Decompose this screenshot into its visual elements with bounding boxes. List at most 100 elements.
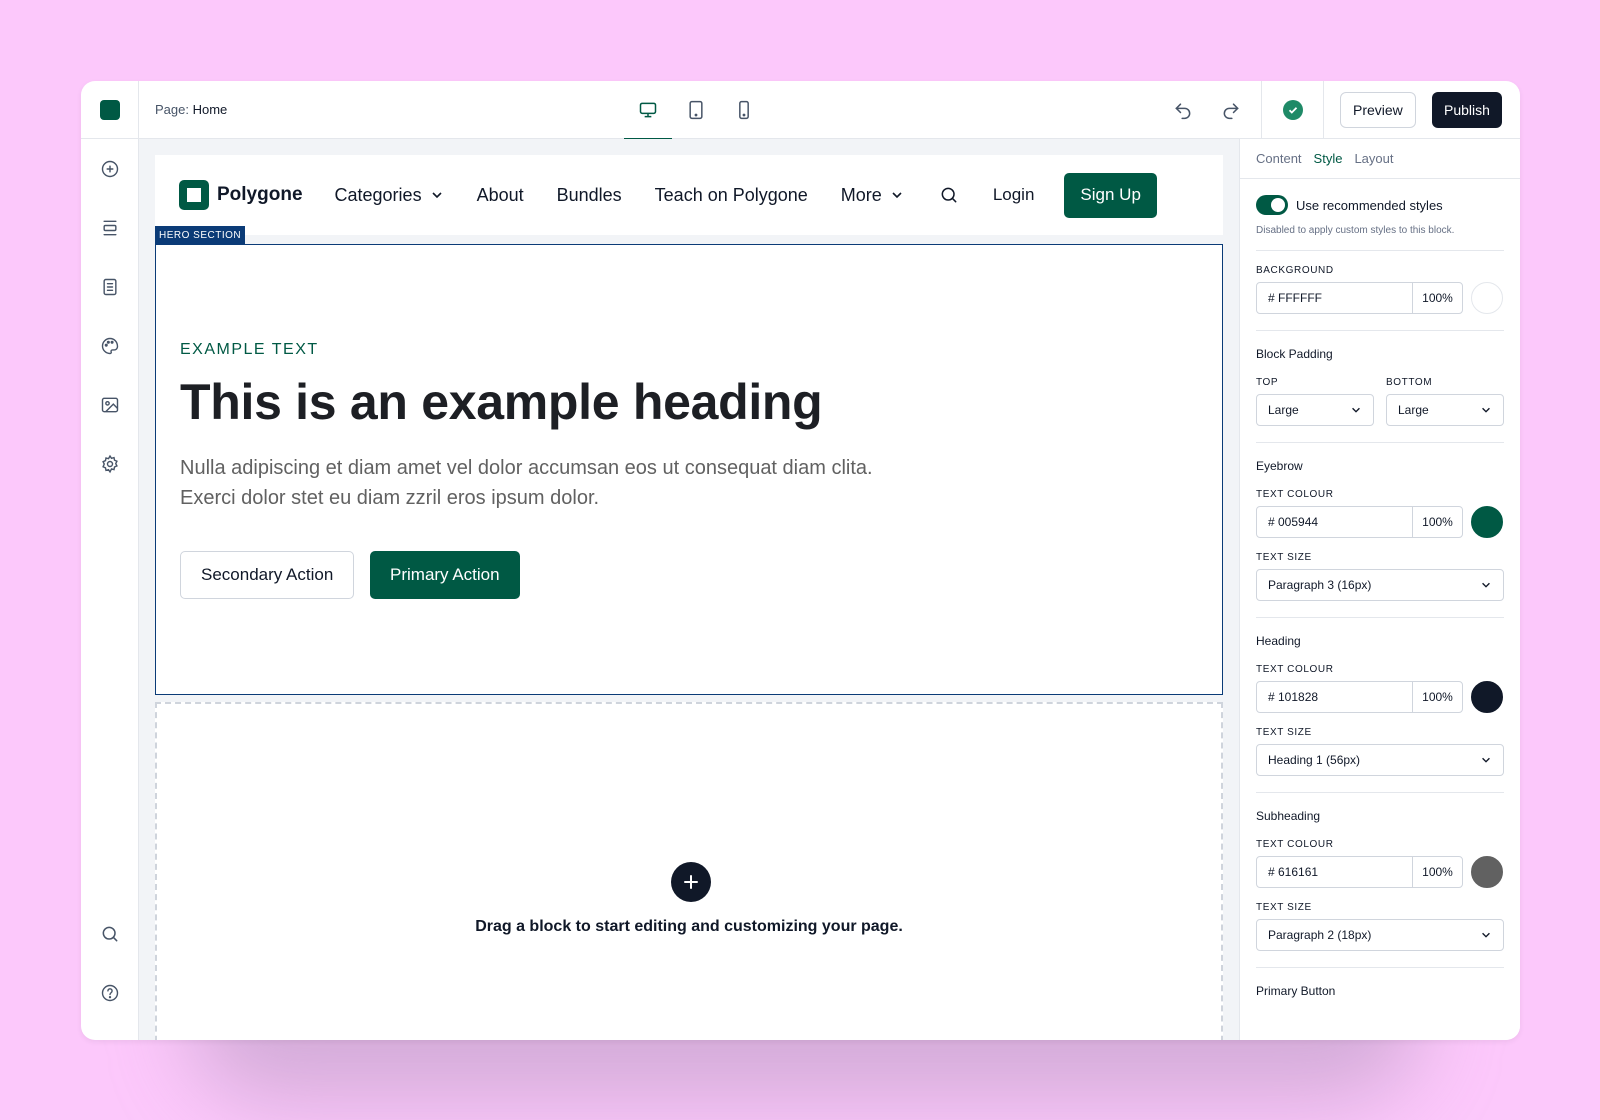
eyebrow-size-select[interactable]: Paragraph 3 (16px) <box>1256 569 1504 601</box>
device-switcher <box>624 81 768 140</box>
signup-button[interactable]: Sign Up <box>1064 172 1157 218</box>
redo-button[interactable] <box>1214 93 1248 127</box>
sections-icon <box>103 220 117 236</box>
preview-button[interactable]: Preview <box>1340 92 1416 128</box>
subheading-size-label: TEXT SIZE <box>1256 902 1312 913</box>
background-hex: # FFFFFF <box>1268 291 1322 305</box>
heading-swatch[interactable] <box>1471 681 1503 713</box>
heading-size-value: Heading 1 (56px) <box>1268 753 1361 767</box>
subheading-swatch[interactable] <box>1471 856 1503 888</box>
eyebrow-swatch[interactable] <box>1471 506 1503 538</box>
undo-button[interactable] <box>1166 93 1200 127</box>
subheading-size-select[interactable]: Paragraph 2 (18px) <box>1256 919 1504 951</box>
hero-section[interactable]: EXAMPLE TEXT This is an example heading … <box>155 244 1223 695</box>
subheading-title: Subheading <box>1256 809 1321 823</box>
eyebrow-hex: # 005944 <box>1268 515 1319 529</box>
style-panel: Content Style Layout Use recommended sty… <box>1239 139 1520 1040</box>
nav-about[interactable]: About <box>477 185 524 206</box>
page-prefix: Page: <box>155 102 189 117</box>
subheading-size-value: Paragraph 2 (18px) <box>1268 928 1372 942</box>
secondary-action-button[interactable]: Secondary Action <box>180 551 355 599</box>
add-block-button[interactable] <box>98 157 122 181</box>
padding-top-select[interactable]: Large <box>1256 394 1374 426</box>
heading-color-label: TEXT COLOUR <box>1256 664 1334 675</box>
heading-color-field[interactable]: # 101828 100% <box>1256 681 1463 713</box>
search-icon <box>102 926 118 942</box>
background-color-field[interactable]: # FFFFFF 100% <box>1256 282 1463 314</box>
chevron-down-icon <box>431 192 442 199</box>
tab-style[interactable]: Style <box>1314 151 1343 166</box>
toggle-hint: Disabled to apply custom styles to this … <box>1256 225 1504 251</box>
heading-opacity[interactable]: 100% <box>1412 682 1462 712</box>
hero-section-tag: HERO SECTION <box>155 226 246 244</box>
left-toolbar <box>81 139 139 1040</box>
block-dropzone[interactable]: Drag a block to start editing and custom… <box>155 702 1223 1040</box>
sections-button[interactable] <box>98 216 122 240</box>
padding-bottom-label: BOTTOM <box>1386 377 1433 388</box>
site-brand[interactable]: Polygone <box>179 180 303 210</box>
padding-bottom-select[interactable]: Large <box>1386 394 1504 426</box>
nav-teach[interactable]: Teach on Polygone <box>655 185 808 206</box>
brand-logo-icon <box>179 180 209 210</box>
recommended-styles-toggle[interactable] <box>1256 195 1288 215</box>
tab-content[interactable]: Content <box>1256 151 1302 166</box>
palette-icon <box>101 337 119 355</box>
nav-categories[interactable]: Categories <box>335 185 444 206</box>
add-block-circle-button[interactable] <box>671 862 711 902</box>
settings-button[interactable] <box>98 452 122 476</box>
nav-bundles[interactable]: Bundles <box>557 185 622 206</box>
add-icon <box>101 160 119 178</box>
tablet-view-button[interactable] <box>672 81 720 139</box>
subheading-opacity[interactable]: 100% <box>1412 857 1462 887</box>
mobile-view-button[interactable] <box>720 81 768 139</box>
site-navbar[interactable]: Polygone Categories About Bundles Teach … <box>155 155 1223 235</box>
heading-title: Heading <box>1256 634 1301 648</box>
heading-size-label: TEXT SIZE <box>1256 727 1312 738</box>
eyebrow-color-row: # 005944 100% <box>1256 506 1504 538</box>
app-logo-mark <box>99 99 120 120</box>
eyebrow-color-field[interactable]: # 005944 100% <box>1256 506 1463 538</box>
pages-icon <box>103 278 117 296</box>
help-button[interactable] <box>98 981 122 1005</box>
hero-subheading: Nulla adipiscing et diam amet vel dolor … <box>180 457 873 509</box>
eyebrow-size-label: TEXT SIZE <box>1256 552 1312 563</box>
eyebrow-opacity[interactable]: 100% <box>1412 507 1462 537</box>
background-opacity[interactable]: 100% <box>1412 283 1462 313</box>
subheading-color-field[interactable]: # 616161 100% <box>1256 856 1463 888</box>
history-controls <box>1166 81 1248 139</box>
top-bar: Page: Home Preview Publish <box>81 81 1520 140</box>
login-link[interactable]: Login <box>993 185 1035 205</box>
pages-button[interactable] <box>98 275 122 299</box>
chevron-down-icon <box>1352 407 1360 413</box>
recommended-styles-row: Use recommended styles <box>1256 195 1504 215</box>
search-icon <box>941 187 957 203</box>
padding-top-value: Large <box>1268 403 1299 417</box>
help-icon <box>101 984 119 1002</box>
subheading-hex: # 616161 <box>1268 865 1319 879</box>
chevron-down-icon <box>892 192 902 199</box>
tab-layout[interactable]: Layout <box>1354 151 1393 166</box>
hero-eyebrow: EXAMPLE TEXT <box>180 341 319 358</box>
desktop-view-button[interactable] <box>624 81 672 140</box>
chevron-down-icon <box>1482 407 1490 413</box>
page-canvas: Polygone Categories About Bundles Teach … <box>139 139 1239 1040</box>
brand-name: Polygone <box>217 184 303 205</box>
publish-button[interactable]: Publish <box>1432 92 1502 128</box>
app-logo[interactable] <box>81 81 139 139</box>
heading-color-row: # 101828 100% <box>1256 681 1504 713</box>
saved-check-icon <box>1282 100 1303 120</box>
primary-button-title: Primary Button <box>1256 984 1336 998</box>
save-status <box>1261 81 1324 139</box>
media-button[interactable] <box>98 393 122 417</box>
padding-title: Block Padding <box>1256 347 1333 361</box>
theme-button[interactable] <box>98 334 122 358</box>
search-button[interactable] <box>98 922 122 946</box>
nav-more[interactable]: More <box>841 185 904 206</box>
site-search-button[interactable] <box>939 185 959 205</box>
background-swatch[interactable] <box>1471 282 1503 314</box>
heading-size-select[interactable]: Heading 1 (56px) <box>1256 744 1504 776</box>
primary-action-button[interactable]: Primary Action <box>370 551 520 599</box>
eyebrow-size-value: Paragraph 3 (16px) <box>1268 578 1372 592</box>
chevron-down-icon <box>1482 932 1490 938</box>
mobile-icon <box>739 100 749 120</box>
